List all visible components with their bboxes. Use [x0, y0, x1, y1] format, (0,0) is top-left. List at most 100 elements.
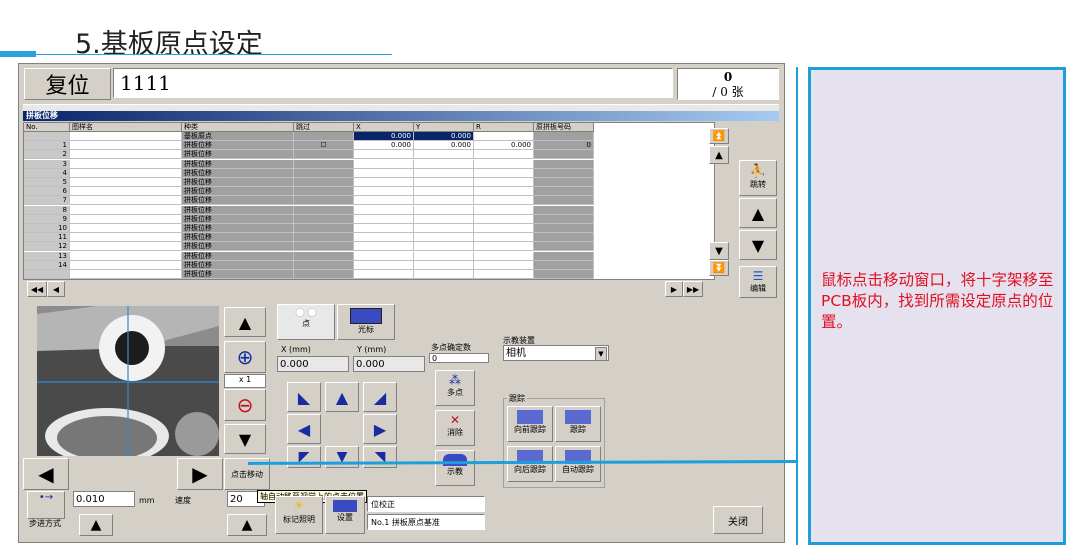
table-cell[interactable]: 拼板位移 — [182, 260, 294, 270]
jump-button[interactable]: ⛹ 跳转 — [739, 160, 777, 196]
table-cell[interactable] — [414, 168, 474, 178]
table-cell[interactable] — [474, 224, 534, 233]
table-cell[interactable]: 1 — [24, 141, 70, 151]
table-cell[interactable] — [24, 132, 70, 141]
table-cell[interactable] — [70, 168, 182, 178]
hscroll-first-button[interactable]: ◀◀ — [27, 281, 47, 297]
table-cell[interactable] — [70, 178, 182, 187]
tab-point[interactable]: ● ● 点 — [277, 304, 335, 340]
table-cell[interactable]: 10 — [24, 224, 70, 233]
table-cell[interactable] — [474, 251, 534, 261]
track-button[interactable]: 跟踪 — [555, 406, 601, 442]
table-cell[interactable]: 拼板位移 — [182, 196, 294, 206]
table-cell[interactable] — [294, 132, 354, 141]
table-cell[interactable] — [354, 251, 414, 261]
table-cell[interactable]: 13 — [24, 251, 70, 261]
table-cell[interactable]: 拼板位移 — [182, 178, 294, 187]
table-cell[interactable] — [534, 196, 594, 206]
table-cell[interactable]: 3 — [24, 159, 70, 169]
table-cell[interactable] — [414, 159, 474, 169]
table-cell[interactable] — [534, 242, 594, 252]
move-up-button[interactable]: ▲ — [325, 382, 359, 412]
table-cell[interactable] — [534, 187, 594, 197]
table-cell[interactable]: 7 — [24, 196, 70, 206]
table-cell[interactable] — [70, 214, 182, 224]
zoom-out-button[interactable]: ⊖ — [224, 389, 266, 421]
table-cell[interactable]: 8 — [24, 205, 70, 215]
table-cell[interactable] — [70, 224, 182, 233]
table-cell[interactable] — [294, 159, 354, 169]
table-cell[interactable]: 基板原点 — [182, 132, 294, 141]
table-cell[interactable]: 拼板位移 — [182, 242, 294, 252]
table-cell[interactable]: 14 — [24, 260, 70, 270]
page-up-button[interactable]: ▲ — [739, 198, 777, 228]
table-cell[interactable]: 拼板位移 — [182, 214, 294, 224]
table-cell[interactable]: 12 — [24, 242, 70, 252]
table-cell[interactable] — [354, 270, 414, 279]
table-cell[interactable] — [354, 150, 414, 160]
table-cell[interactable]: 拼板位移 — [182, 205, 294, 215]
table-cell[interactable] — [534, 233, 594, 243]
table-cell[interactable]: 拼板位移 — [182, 150, 294, 160]
table-cell[interactable] — [294, 251, 354, 261]
table-cell[interactable]: 0.000 — [354, 141, 414, 151]
table-cell[interactable]: 9 — [24, 214, 70, 224]
table-cell[interactable]: 4 — [24, 168, 70, 178]
table-cell[interactable] — [414, 270, 474, 279]
table-cell[interactable] — [534, 159, 594, 169]
table-cell[interactable]: 5 — [24, 178, 70, 187]
settings-button[interactable]: 设置 — [325, 496, 365, 534]
table-cell[interactable] — [474, 233, 534, 243]
zoom-in-button[interactable]: ⊕ — [224, 341, 266, 373]
step-value-field[interactable]: 0.010 — [73, 491, 135, 507]
table-cell[interactable]: 拼板位移 — [182, 224, 294, 233]
table-cell[interactable] — [534, 168, 594, 178]
camera-view[interactable] — [37, 306, 219, 456]
table-cell[interactable] — [294, 187, 354, 197]
board-offset-table[interactable]: No. 图样名 种类 跳过 X Y R 原拼板号码 基板原点 0.000 0.000… — [23, 122, 715, 280]
table-cell[interactable]: 0.000 — [414, 141, 474, 151]
table-cell[interactable] — [70, 233, 182, 243]
table-cell[interactable]: 拼板位移 — [182, 168, 294, 178]
table-cell[interactable] — [294, 224, 354, 233]
table-cell[interactable]: 0 — [534, 141, 594, 151]
table-cell[interactable]: 拼板位移 — [182, 187, 294, 197]
table-cell[interactable] — [70, 242, 182, 252]
table-cell[interactable] — [70, 196, 182, 206]
table-cell[interactable] — [70, 132, 182, 141]
move-right-button[interactable]: ▶ — [363, 414, 397, 444]
table-cell[interactable] — [70, 270, 182, 279]
move-up-right-button[interactable]: ◢ — [363, 382, 397, 412]
jog-down-button[interactable]: ▼ — [224, 424, 266, 454]
table-cell[interactable] — [534, 224, 594, 233]
close-button[interactable]: 关闭 — [713, 506, 763, 534]
reset-button[interactable]: 复位 — [24, 68, 111, 100]
table-cell[interactable] — [474, 205, 534, 215]
table-cell[interactable] — [474, 214, 534, 224]
chevron-down-icon[interactable]: ▼ — [595, 347, 607, 361]
edit-button[interactable]: ☰ 编辑 — [739, 266, 777, 298]
table-cell[interactable] — [354, 178, 414, 187]
table-cell[interactable] — [24, 270, 70, 279]
table-cell[interactable] — [70, 251, 182, 261]
table-cell[interactable] — [354, 187, 414, 197]
table-cell[interactable]: 6 — [24, 187, 70, 197]
jog-right-button[interactable]: ▶ — [177, 458, 223, 490]
clear-button[interactable]: ✕ 消除 — [435, 410, 475, 446]
table-cell[interactable] — [474, 159, 534, 169]
table-cell[interactable] — [414, 260, 474, 270]
table-cell[interactable] — [414, 187, 474, 197]
mark-light-button[interactable]: ☀ 标记照明 — [275, 496, 323, 534]
table-cell[interactable] — [70, 141, 182, 151]
table-cell[interactable]: 拼板位移 — [182, 159, 294, 169]
table-cell[interactable]: 拼板位移 — [182, 141, 294, 151]
move-left-button[interactable]: ◀ — [287, 414, 321, 444]
table-cell[interactable] — [414, 150, 474, 160]
page-down-button[interactable]: ▼ — [739, 230, 777, 260]
table-cell[interactable] — [294, 205, 354, 215]
table-cell[interactable] — [70, 187, 182, 197]
table-cell[interactable] — [534, 178, 594, 187]
scroll-top-button[interactable]: ⏫ — [709, 128, 729, 144]
table-cell[interactable] — [414, 224, 474, 233]
table-cell[interactable] — [414, 205, 474, 215]
